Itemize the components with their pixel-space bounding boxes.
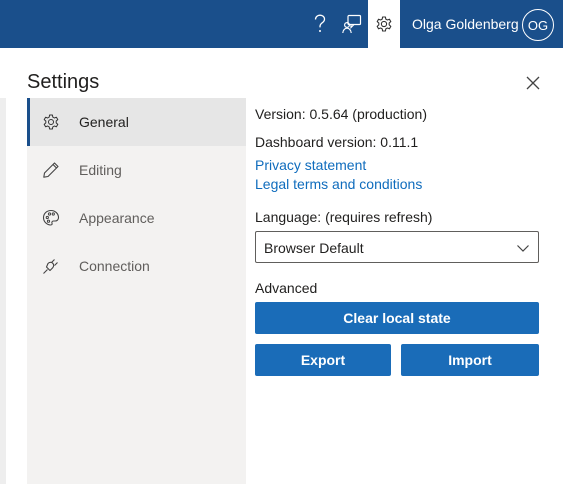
version-text: Version: 0.5.64 (production) [255, 106, 427, 122]
nav-label: General [79, 114, 129, 130]
page-title: Settings [27, 71, 100, 93]
language-label: Language: (requires refresh) [255, 209, 433, 225]
nav-label: Connection [79, 258, 150, 274]
close-button[interactable] [522, 72, 544, 94]
feedback-button[interactable] [336, 0, 368, 48]
settings-nav: General Editing Appearance Connection [27, 98, 246, 484]
language-dropdown[interactable]: Browser Default [255, 231, 539, 263]
avatar[interactable]: OG [522, 9, 554, 41]
gear-icon [376, 16, 392, 32]
top-bar: Olga Goldenberg OG [0, 0, 563, 48]
nav-label: Appearance [79, 210, 155, 226]
background-edge [0, 98, 6, 484]
nav-label: Editing [79, 162, 122, 178]
chevron-down-icon [517, 245, 529, 252]
import-button[interactable]: Import [401, 344, 539, 376]
nav-item-editing[interactable]: Editing [27, 146, 246, 194]
nav-item-general[interactable]: General [27, 98, 246, 146]
gear-icon [43, 114, 59, 130]
pencil-icon [43, 162, 59, 178]
export-button[interactable]: Export [255, 344, 391, 376]
plug-icon [43, 259, 58, 274]
legal-terms-link[interactable]: Legal terms and conditions [255, 175, 422, 193]
question-mark-icon [314, 14, 326, 32]
clear-local-state-button[interactable]: Clear local state [255, 302, 539, 334]
close-icon [526, 76, 540, 90]
privacy-statement-link[interactable]: Privacy statement [255, 156, 366, 174]
nav-item-appearance[interactable]: Appearance [27, 194, 246, 242]
nav-item-connection[interactable]: Connection [27, 242, 246, 290]
dashboard-version-text: Dashboard version: 0.11.1 [255, 134, 419, 150]
palette-icon [42, 209, 60, 226]
settings-button[interactable] [368, 0, 400, 48]
advanced-label: Advanced [255, 280, 318, 296]
language-dropdown-value: Browser Default [264, 240, 364, 256]
feedback-icon [342, 14, 362, 34]
help-button[interactable] [304, 0, 336, 48]
user-name[interactable]: Olga Goldenberg [412, 16, 519, 32]
